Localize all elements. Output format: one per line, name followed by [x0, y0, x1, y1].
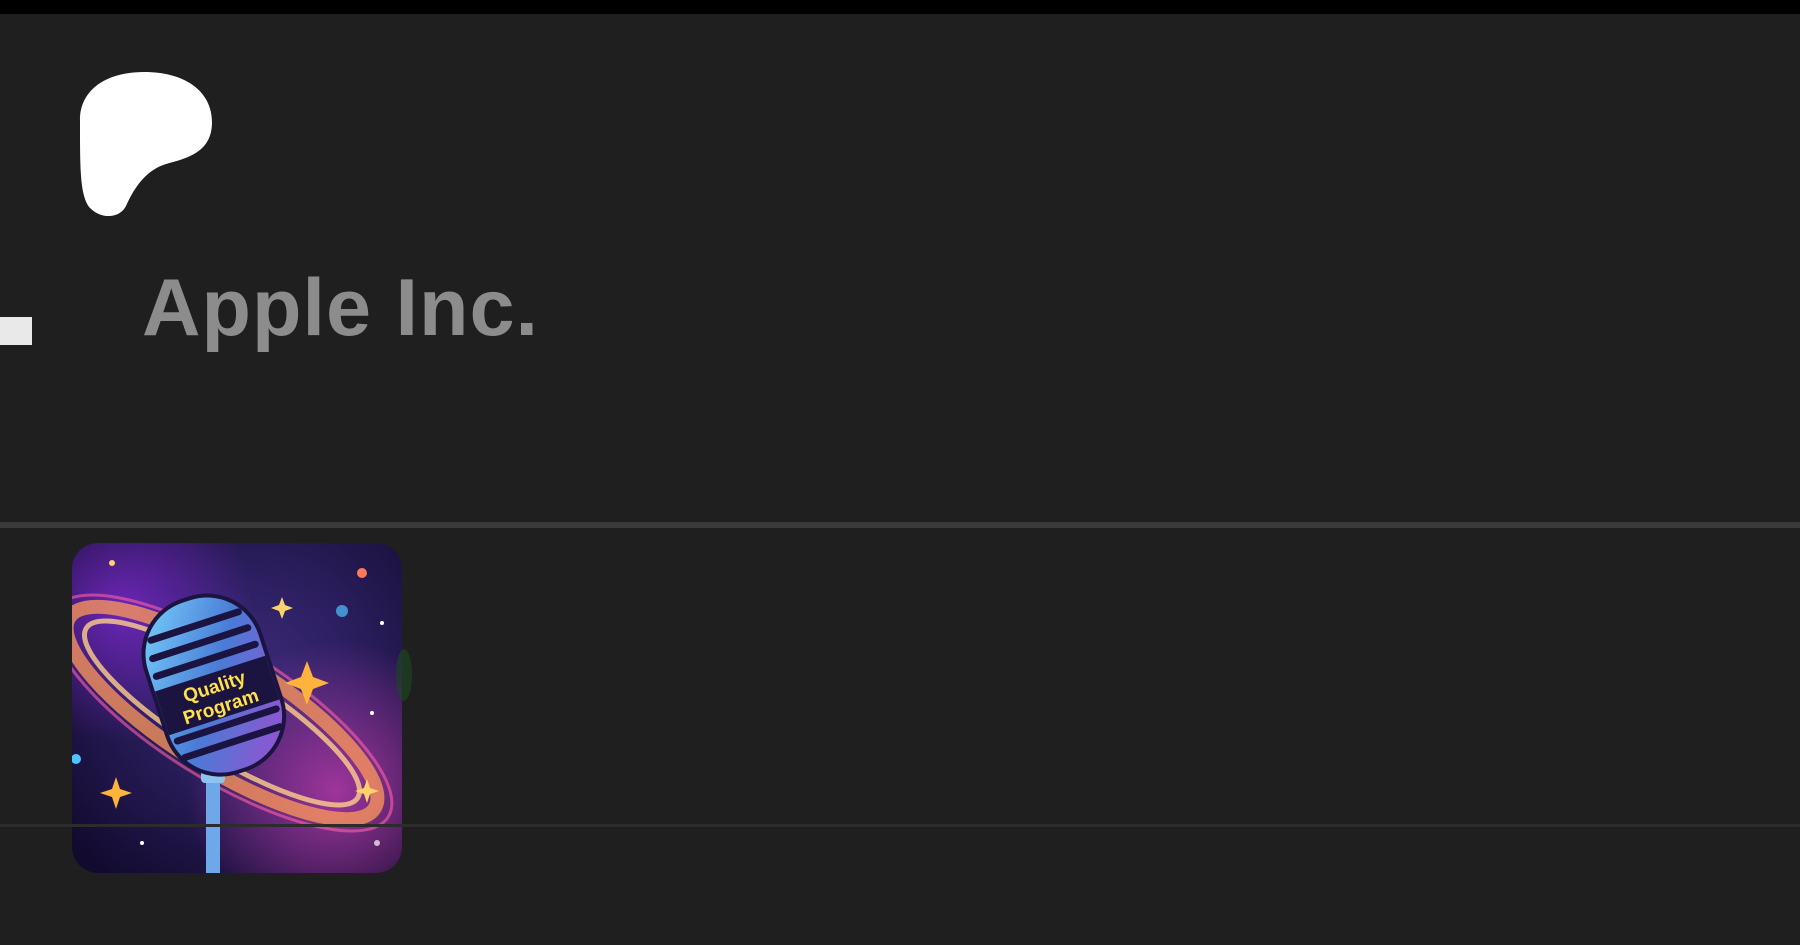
page: Apple Inc. Quality Program	[0, 0, 1800, 945]
divider	[0, 824, 1800, 827]
app-logo-icon[interactable]	[76, 70, 214, 218]
top-bar	[0, 0, 1800, 14]
divider	[0, 522, 1800, 528]
back-edge-indicator[interactable]	[0, 317, 32, 345]
status-indicator-icon	[396, 649, 412, 701]
page-title: Apple Inc.	[142, 263, 540, 353]
